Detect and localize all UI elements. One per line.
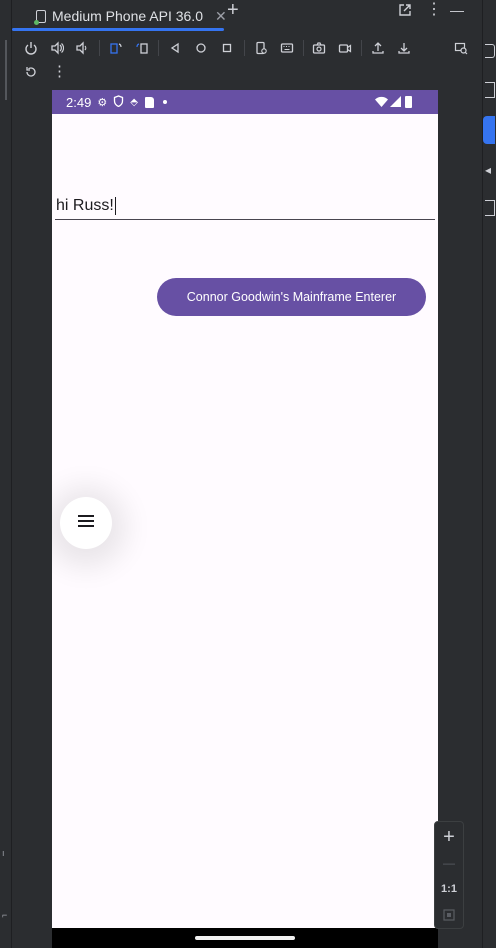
side-bottom-icon[interactable]: ⌐: [2, 910, 10, 938]
zoom-controls: + — 1:1: [434, 821, 464, 929]
running-devices-side-label[interactable]: [2, 40, 10, 110]
tab-more-button[interactable]: ⋮: [426, 0, 442, 20]
right-tool-strip: ◂: [482, 0, 496, 948]
active-tab-indicator: [12, 28, 224, 31]
actual-size-button[interactable]: 1:1: [435, 876, 463, 902]
open-external-icon[interactable]: [398, 3, 414, 19]
shield-icon: [113, 94, 124, 110]
text-input-field[interactable]: hi Russ!: [55, 194, 435, 220]
back-icon[interactable]: [164, 37, 186, 59]
close-tab-icon[interactable]: ✕: [215, 8, 227, 25]
navigation-bar: [52, 928, 438, 948]
volume-down-icon[interactable]: [71, 37, 93, 59]
screenshot-icon[interactable]: [308, 37, 330, 59]
rotate-right-icon[interactable]: [131, 37, 153, 59]
emulator-toolbar: ⋮: [12, 34, 482, 86]
gradle-icon[interactable]: [485, 44, 495, 58]
battery-icon: [405, 96, 412, 108]
status-bar: 2:49 ⚙ ⬘: [52, 90, 438, 114]
download-icon[interactable]: [393, 37, 415, 59]
settings-icon: ⚙: [97, 96, 108, 109]
gesture-handle[interactable]: [195, 936, 295, 940]
dot-icon: [162, 100, 167, 104]
emulator-screen[interactable]: 2:49 ⚙ ⬘ hi Russ! Connor Goodwin's Mainf…: [52, 90, 438, 948]
reset-icon[interactable]: [20, 61, 42, 83]
text-cursor: [114, 196, 116, 215]
sd-card-icon: [144, 96, 154, 108]
menu-fab[interactable]: [60, 497, 112, 549]
toolbar-divider: [99, 40, 100, 56]
tab-bar: Medium Phone API 36.0 ✕ + ⋮ —: [12, 0, 482, 32]
more-icon[interactable]: ⋮: [52, 61, 67, 83]
running-devices-tab-active[interactable]: [483, 116, 495, 144]
device-settings-icon[interactable]: [250, 37, 272, 59]
menu-icon: [77, 514, 95, 533]
minimize-button[interactable]: —: [450, 0, 464, 20]
device-manager-icon[interactable]: [485, 82, 495, 98]
inspect-icon[interactable]: [450, 37, 472, 59]
screen-record-icon[interactable]: [334, 37, 356, 59]
fit-screen-icon[interactable]: [435, 902, 463, 928]
wifi-icon: [375, 95, 388, 110]
toolbar-divider: [244, 40, 245, 56]
volume-up-icon[interactable]: [46, 37, 68, 59]
zoom-out-button[interactable]: —: [435, 850, 463, 876]
toolbar-divider: [158, 40, 159, 56]
text-input-value: hi Russ!: [56, 197, 114, 214]
mainframe-enterer-button[interactable]: Connor Goodwin's Mainframe Enterer: [157, 278, 426, 316]
overview-icon[interactable]: [216, 37, 238, 59]
left-tool-gutter: ı ⌐: [0, 0, 12, 948]
vpn-icon: ⬘: [130, 96, 138, 108]
rotate-left-icon[interactable]: [105, 37, 127, 59]
status-time: 2:49: [66, 94, 92, 110]
phone-device-icon: [34, 9, 46, 25]
power-icon[interactable]: [20, 37, 42, 59]
tab-title: Medium Phone API 36.0: [52, 8, 203, 24]
add-tab-button[interactable]: +: [227, 0, 239, 22]
side-marker-icon: ı: [2, 848, 5, 858]
upload-icon[interactable]: [367, 37, 389, 59]
notifications-icon[interactable]: ◂: [485, 164, 495, 176]
signal-icon: [390, 95, 401, 110]
zoom-in-button[interactable]: +: [435, 824, 463, 850]
home-icon[interactable]: [190, 37, 212, 59]
toolbar-divider: [361, 40, 362, 56]
toolbar-divider: [303, 40, 304, 56]
keyboard-icon[interactable]: [276, 37, 298, 59]
device-explorer-icon[interactable]: [485, 200, 495, 216]
